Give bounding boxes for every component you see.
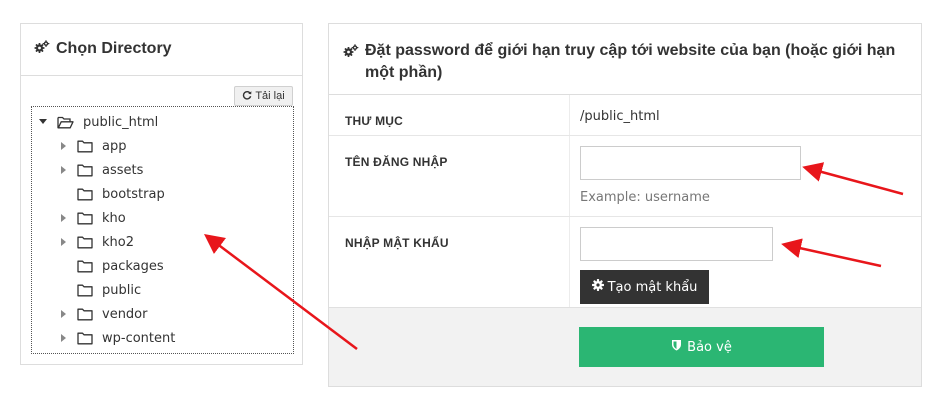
tree-node[interactable]: wp-content: [57, 328, 175, 348]
form-footer: Bảo vệ: [329, 307, 921, 386]
protect-button-label: Bảo vệ: [687, 339, 732, 355]
directory-value: /public_html: [580, 109, 660, 124]
caret-right-icon[interactable]: [57, 164, 69, 176]
password-row: NHẬP MẬT KHẨU Tạo mật khẩu: [329, 217, 921, 307]
password-panel-heading: Đặt password để giới hạn truy cập tới we…: [329, 24, 921, 95]
directory-panel-heading: Chọn Directory: [21, 24, 302, 76]
folder-open-icon: [57, 116, 74, 129]
folder-icon: [77, 260, 93, 273]
tree-node[interactable]: kho: [57, 208, 126, 228]
protect-button[interactable]: Bảo vệ: [579, 327, 824, 367]
gear-icon: [591, 279, 604, 295]
password-label: NHẬP MẬT KHẨU: [345, 236, 449, 250]
username-help-text: Example: username: [580, 190, 710, 205]
username-row: TÊN ĐĂNG NHẬP Example: username: [329, 136, 921, 217]
password-protect-panel: Đặt password để giới hạn truy cập tới we…: [328, 23, 922, 387]
directory-tree[interactable]: public_html app assets bootstrap kho kho…: [31, 106, 294, 354]
tree-node-label: kho2: [102, 234, 134, 250]
folder-icon: [77, 332, 93, 345]
cogs-icon: [34, 40, 50, 54]
caret-right-icon[interactable]: [57, 332, 69, 344]
generate-password-button[interactable]: Tạo mật khẩu: [580, 270, 709, 304]
reload-label: Tải lại: [255, 90, 285, 102]
folder-icon: [77, 236, 93, 249]
tree-node-label: assets: [102, 162, 144, 178]
tree-node[interactable]: assets: [57, 160, 143, 180]
directory-panel-title: Chọn Directory: [56, 40, 172, 57]
password-input[interactable]: [580, 227, 773, 261]
tree-node[interactable]: public: [57, 280, 141, 300]
username-input[interactable]: [580, 146, 801, 180]
password-panel-title: Đặt password để giới hạn truy cập tới we…: [365, 42, 896, 81]
reload-button[interactable]: Tải lại: [234, 86, 293, 106]
folder-icon: [77, 140, 93, 153]
refresh-icon: [242, 90, 252, 103]
caret-right-icon[interactable]: [57, 140, 69, 152]
caret-right-icon[interactable]: [57, 308, 69, 320]
generate-password-label: Tạo mật khẩu: [607, 279, 698, 295]
tree-node[interactable]: bootstrap: [57, 184, 165, 204]
username-label: TÊN ĐĂNG NHẬP: [345, 155, 448, 169]
folder-icon: [77, 284, 93, 297]
tree-node-label: app: [102, 138, 127, 154]
tree-node-label: kho: [102, 210, 126, 226]
folder-icon: [77, 308, 93, 321]
tree-node-label: packages: [102, 258, 164, 274]
tree-node[interactable]: kho2: [57, 232, 134, 252]
tree-node-label: public: [102, 282, 142, 298]
caret-right-icon[interactable]: [57, 236, 69, 248]
directory-label: THƯ MỤC: [345, 114, 404, 128]
tree-node[interactable]: vendor: [57, 304, 147, 324]
folder-icon: [77, 164, 93, 177]
tree-node-label: wp-content: [102, 330, 176, 346]
tree-node-label: bootstrap: [102, 186, 165, 202]
directory-row: THƯ MỤC /public_html: [329, 95, 921, 136]
folder-icon: [77, 188, 93, 201]
tree-node-label: public_html: [83, 114, 159, 130]
caret-right-icon[interactable]: [57, 212, 69, 224]
tree-node-root[interactable]: public_html: [37, 112, 158, 132]
directory-panel: Chọn Directory Tải lại public_html app a…: [20, 23, 303, 365]
folder-icon: [77, 212, 93, 225]
caret-down-icon[interactable]: [37, 116, 49, 128]
tree-node[interactable]: app: [57, 136, 126, 156]
tree-node-label: vendor: [102, 306, 148, 322]
tree-node[interactable]: packages: [57, 256, 164, 276]
shield-icon: [671, 339, 682, 355]
cogs-icon: [343, 44, 359, 58]
